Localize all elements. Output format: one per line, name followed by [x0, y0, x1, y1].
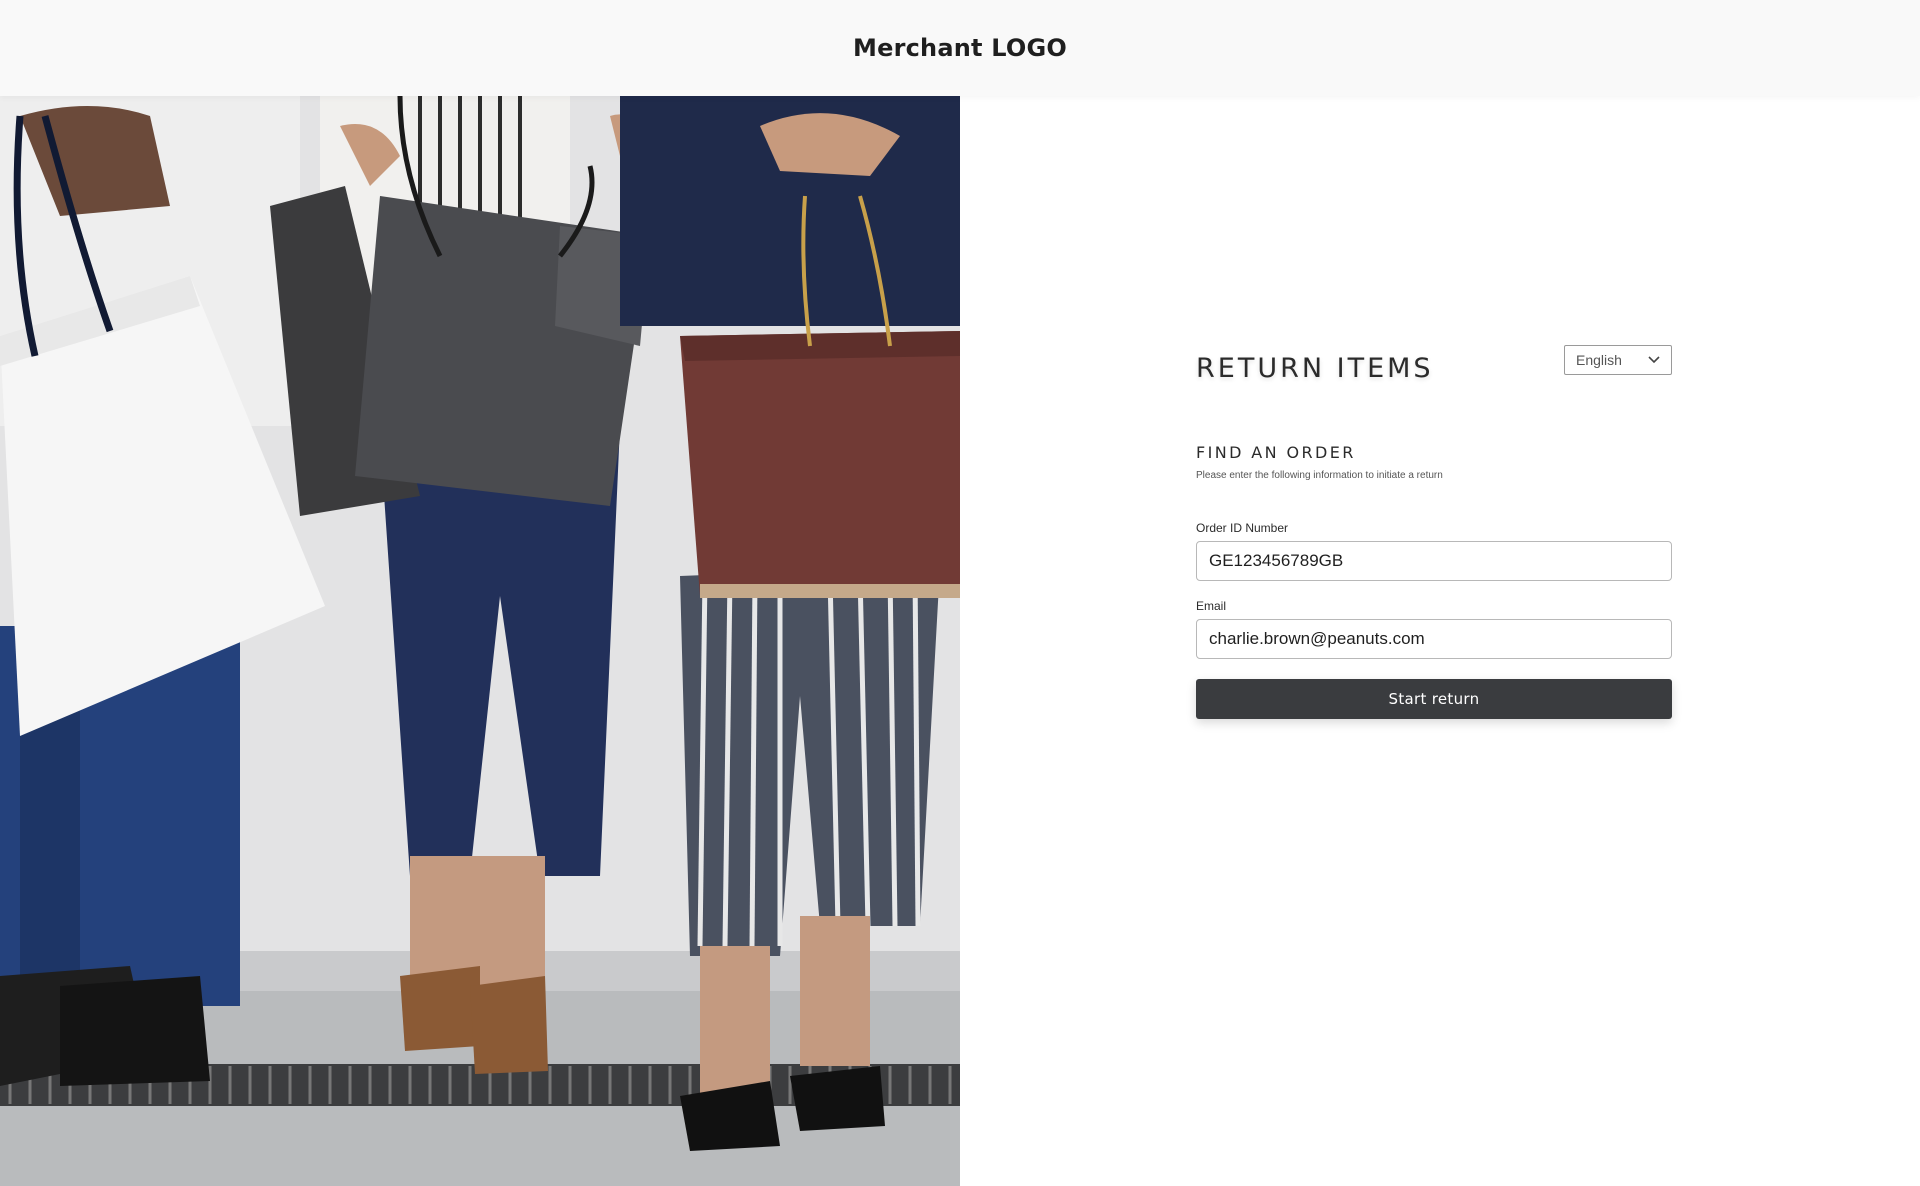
shoppers-illustration: [0, 96, 960, 1186]
section-subtitle: Please enter the following information t…: [1196, 470, 1443, 481]
return-form-panel: RETURN ITEMS English FIND AN ORDER Pleas…: [1196, 345, 1672, 719]
email-input[interactable]: [1196, 619, 1672, 659]
title-row: RETURN ITEMS English: [1196, 345, 1672, 389]
chevron-down-icon: [1648, 356, 1660, 364]
merchant-logo[interactable]: Merchant LOGO: [853, 34, 1067, 62]
page-title: RETURN ITEMS: [1196, 353, 1434, 384]
email-label: Email: [1196, 599, 1227, 613]
order-id-input[interactable]: [1196, 541, 1672, 581]
site-header: Merchant LOGO: [0, 0, 1920, 96]
language-select[interactable]: English: [1564, 345, 1672, 375]
start-return-button[interactable]: Start return: [1196, 679, 1672, 719]
order-id-label: Order ID Number: [1196, 521, 1289, 535]
hero-image: [0, 96, 960, 1186]
section-title: FIND AN ORDER: [1196, 443, 1356, 462]
language-selected-value: English: [1576, 352, 1622, 368]
